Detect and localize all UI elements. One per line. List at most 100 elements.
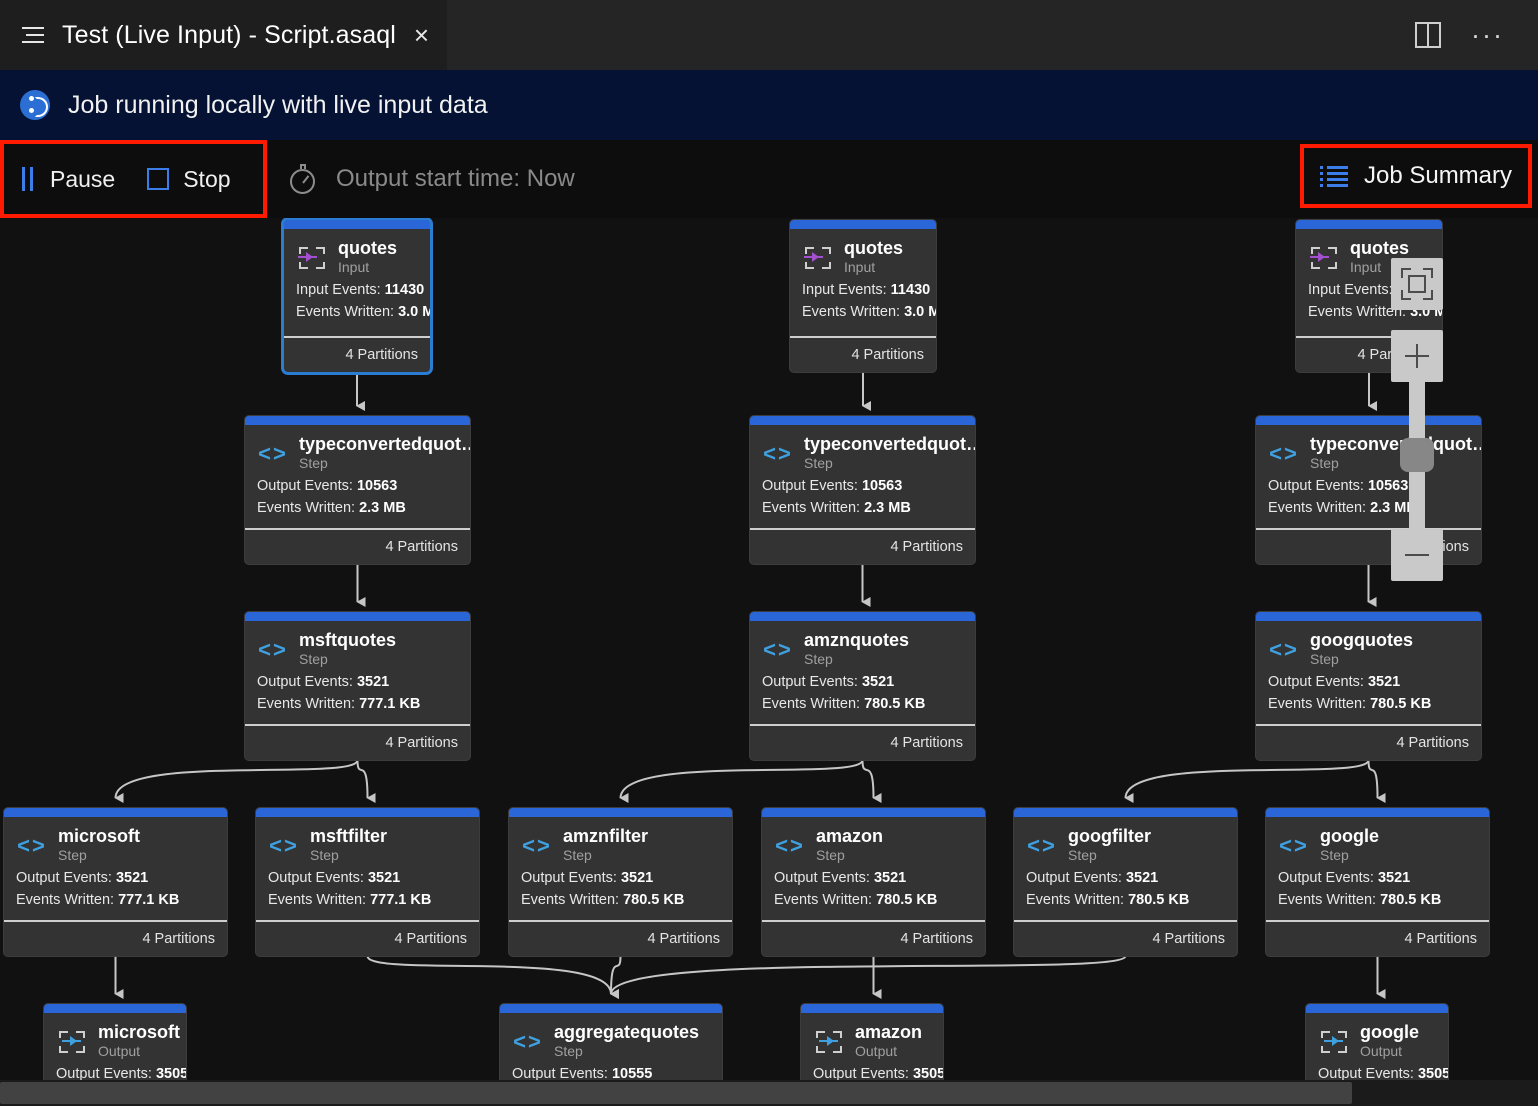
list-icon	[1319, 166, 1348, 187]
diagram-edge	[1124, 759, 1370, 804]
horizontal-scrollbar[interactable]	[0, 1080, 1538, 1106]
node-name: microsoft	[58, 826, 141, 846]
tab-bar: Test (Live Input) - Script.asaql × ···	[0, 0, 1538, 70]
diagram-node-amazon-output[interactable]: amazon Output Output Events: 3505	[801, 1004, 943, 1080]
node-name: aggregatequotes	[554, 1022, 700, 1042]
output-arrow-icon	[1318, 1029, 1350, 1055]
input-arrow-icon	[802, 245, 834, 271]
node-type: Step	[804, 455, 833, 471]
node-type: Input	[844, 259, 876, 275]
diagram-node-amznfilter[interactable]: <> amznfilter Step Output Events: 3521 Event…	[509, 808, 732, 956]
diagram-edge	[356, 759, 376, 803]
diagram-edge	[366, 955, 620, 999]
node-header: <> google Step	[1278, 827, 1477, 865]
diagram-node-google-output[interactable]: google Output Output Events: 3505	[1306, 1004, 1448, 1080]
node-partitions: 4 Partitions	[750, 528, 975, 564]
node-name: quotes	[1350, 238, 1410, 258]
zoom-controls	[1391, 258, 1443, 581]
node-header: <> googquotes Step	[1268, 631, 1469, 669]
fit-to-screen-icon[interactable]	[1391, 258, 1443, 310]
node-accent-bar	[245, 416, 470, 425]
node-name: typeconvertedquot…	[804, 434, 975, 454]
node-type: Output	[98, 1043, 141, 1059]
node-metric: Events Written: 777.1 KB	[268, 892, 432, 908]
node-metric: Output Events: 3505	[813, 1066, 943, 1080]
diagram-node-amznquotes[interactable]: <> amznquotes Step Output Events: 3521 Event…	[750, 612, 975, 760]
node-type: Step	[310, 847, 339, 863]
node-partitions: 4 Partitions	[245, 724, 470, 760]
node-metric: Output Events: 3505	[1318, 1066, 1448, 1080]
tab-script-asaql[interactable]: Test (Live Input) - Script.asaql ×	[0, 0, 448, 70]
node-partitions: 4 Partitions	[509, 920, 732, 956]
diagram-node-google-step[interactable]: <> google Step Output Events: 3521 Events Wr…	[1266, 808, 1489, 956]
diagram-node-microsoft-output[interactable]: microsoft Output Output Events: 3505	[44, 1004, 186, 1080]
node-header: <> amznquotes Step	[762, 631, 963, 669]
node-metric: Output Events: 3521	[16, 870, 149, 886]
node-header: <> amazon Step	[774, 827, 973, 865]
node-accent-bar	[1266, 808, 1489, 817]
diagram-node-microsoft-step[interactable]: <> microsoft Step Output Events: 3521 Events…	[4, 808, 227, 956]
code-icon: <>	[1279, 833, 1309, 858]
diagram-node-msftfilter[interactable]: <> msftfilter Step Output Events: 3521 Event…	[256, 808, 479, 956]
node-type: Step	[1320, 847, 1349, 863]
node-header: <> googfilter Step	[1026, 827, 1225, 865]
diagram-edge	[610, 955, 1127, 1000]
diagram-edge	[114, 759, 359, 804]
node-accent-bar	[44, 1004, 186, 1013]
node-metric: Output Events: 3505	[56, 1066, 186, 1080]
hamburger-icon[interactable]	[22, 26, 44, 44]
close-icon[interactable]: ×	[414, 22, 429, 48]
node-header: <> aggregatequotes Step	[512, 1023, 710, 1061]
code-icon: <>	[763, 637, 793, 662]
job-summary-label: Job Summary	[1363, 162, 1513, 189]
node-accent-bar	[245, 612, 470, 621]
diagram-node-googquotes[interactable]: <> googquotes Step Output Events: 3521 Event…	[1256, 612, 1481, 760]
more-actions-icon[interactable]: ···	[1471, 22, 1504, 49]
zoom-slider[interactable]	[1400, 382, 1434, 529]
node-type: Output	[855, 1043, 898, 1059]
node-name: msftfilter	[310, 826, 388, 846]
job-diagram-canvas[interactable]: quotes Input Input Events: 11430 Events Wri…	[0, 218, 1538, 1080]
diagram-node-typeconverted-1[interactable]: <> typeconvertedquot… Step Output Events: 1…	[245, 416, 470, 564]
pause-button[interactable]: Pause	[4, 152, 131, 206]
diagram-node-msftquotes[interactable]: <> msftquotes Step Output Events: 3521 Event…	[245, 612, 470, 760]
code-icon: <>	[1269, 441, 1299, 466]
node-name: amazon	[855, 1022, 923, 1042]
split-editor-icon[interactable]	[1415, 22, 1442, 48]
horizontal-scrollbar-thumb[interactable]	[0, 1082, 1352, 1104]
stop-button[interactable]: Stop	[131, 152, 246, 206]
node-metric: Events Written: 3.0 MB	[296, 304, 430, 320]
diagram-node-quotes-2[interactable]: quotes Input Input Events: 11430 Events Wri…	[790, 220, 936, 372]
node-accent-bar	[256, 808, 479, 817]
job-summary-button[interactable]: Job Summary	[1300, 144, 1532, 208]
node-type: Input	[338, 259, 370, 275]
node-name: amznfilter	[563, 826, 649, 846]
node-type: Step	[816, 847, 845, 863]
code-icon: <>	[775, 833, 805, 858]
diagram-node-aggregatequotes[interactable]: <> aggregatequotes Step Output Events: 1055…	[500, 1004, 722, 1080]
node-header: quotes Input	[802, 239, 924, 277]
diagram-node-typeconverted-2[interactable]: <> typeconvertedquot… Step Output Events: 1…	[750, 416, 975, 564]
diagram-node-amazon-step[interactable]: <> amazon Step Output Events: 3521 Events Wr…	[762, 808, 985, 956]
zoom-out-button[interactable]	[1391, 529, 1443, 581]
code-icon: <>	[17, 833, 47, 858]
node-header: <> typeconvertedquot… Step	[762, 435, 975, 473]
diagram-node-googfilter[interactable]: <> googfilter Step Output Events: 3521 Event…	[1014, 808, 1237, 956]
node-type: Step	[299, 455, 328, 471]
code-icon: <>	[522, 833, 552, 858]
node-accent-bar	[4, 808, 227, 817]
node-name: typeconvertedquot…	[299, 434, 470, 454]
code-icon: <>	[1027, 833, 1057, 858]
diagram-node-quotes-1[interactable]: quotes Input Input Events: 11430 Events Wri…	[281, 218, 433, 375]
node-header: <> msftquotes Step	[257, 631, 458, 669]
zoom-in-button[interactable]	[1391, 330, 1443, 382]
code-icon: <>	[513, 1029, 543, 1054]
node-metric: Events Written: 2.3 MB	[257, 500, 406, 516]
node-name: googquotes	[1310, 630, 1413, 650]
output-start-time-label: Output start time: Now	[336, 165, 575, 192]
diagram-node-typeconverted-3[interactable]: <> typeconvertedquot… Step Output Events: 1…	[1256, 416, 1481, 564]
zoom-slider-thumb[interactable]	[1400, 438, 1434, 472]
node-partitions: 4 Partitions	[245, 528, 470, 564]
output-start-time-control[interactable]: Output start time: Now	[288, 164, 575, 194]
code-icon: <>	[269, 833, 299, 858]
